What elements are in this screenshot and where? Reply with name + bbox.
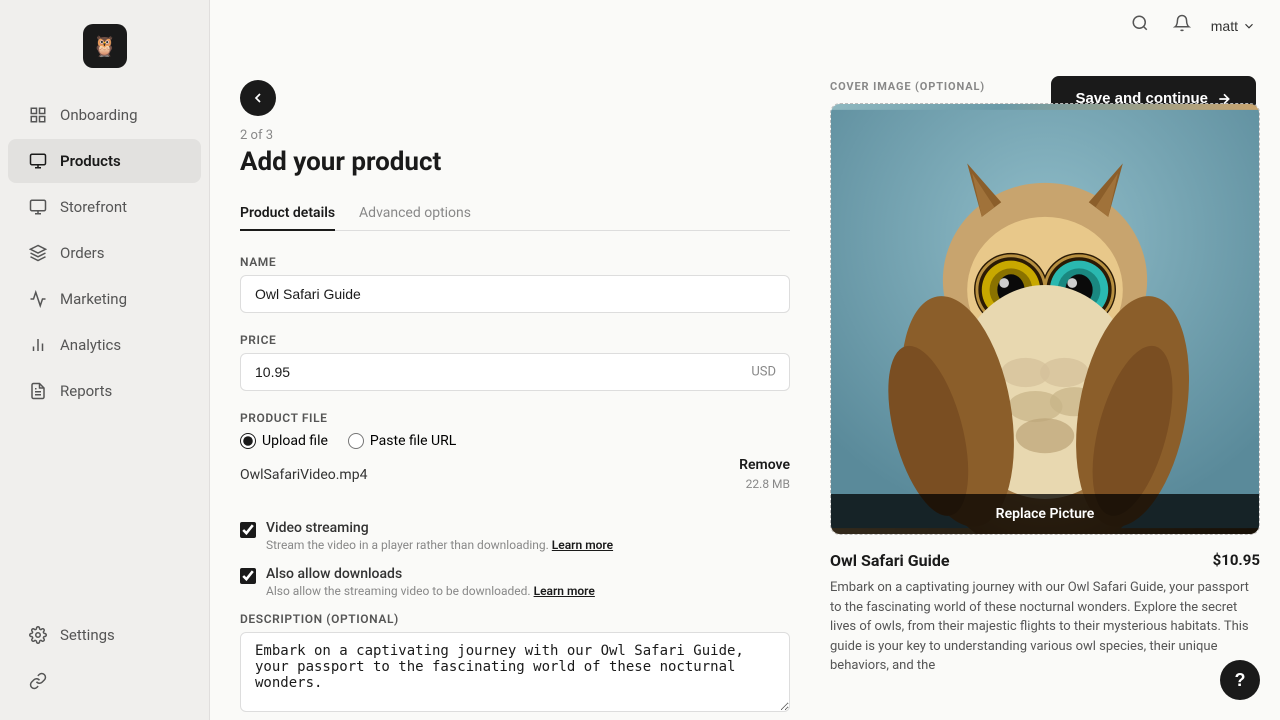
content-area: matt 2 of 3 Add your product Save and co… — [210, 0, 820, 720]
sidebar-item-analytics[interactable]: Analytics — [8, 323, 201, 367]
also-allow-text: Also allow downloads Also allow the stre… — [266, 566, 595, 598]
sidebar-item-reports[interactable]: Reports — [8, 369, 201, 413]
sidebar-item-settings[interactable]: Settings — [8, 613, 201, 657]
price-wrapper: USD — [240, 353, 790, 391]
main-area: matt 2 of 3 Add your product Save and co… — [210, 0, 1280, 720]
preview-product-name: Owl Safari Guide — [830, 551, 950, 570]
file-size: 22.8 MB — [746, 477, 790, 491]
sidebar-item-label: Onboarding — [60, 106, 138, 124]
top-bar: matt — [210, 0, 820, 51]
file-row: OwlSafariVideo.mp4 Remove 22.8 MB — [240, 449, 790, 500]
analytics-icon — [28, 335, 48, 355]
video-streaming-learn-more[interactable]: Learn more — [552, 538, 613, 552]
sidebar-item-onboarding[interactable]: Onboarding — [8, 93, 201, 137]
price-label: PRICE — [240, 333, 790, 347]
product-info-row: Owl Safari Guide $10.95 — [830, 551, 1260, 570]
integrations-icon — [28, 671, 48, 691]
product-file-label: PRODUCT FILE — [240, 411, 790, 425]
owl-image — [831, 104, 1259, 534]
paste-url-option[interactable]: Paste file URL — [348, 433, 456, 449]
also-allow-desc: Also allow the streaming video to be dow… — [266, 584, 595, 598]
sidebar-bottom: Settings — [0, 612, 209, 704]
video-streaming-checkbox[interactable] — [240, 522, 256, 538]
preview-panel: COVER IMAGE (OPTIONAL) — [820, 0, 1280, 720]
sidebar-item-label: Products — [60, 152, 121, 170]
video-streaming-option: Video streaming Stream the video in a pl… — [240, 520, 790, 552]
sidebar-item-label: Marketing — [60, 290, 127, 308]
preview-product-desc: Embark on a captivating journey with our… — [830, 578, 1260, 676]
also-allow-option: Also allow downloads Also allow the stre… — [240, 566, 790, 598]
reports-icon — [28, 381, 48, 401]
file-meta: Remove 22.8 MB — [739, 457, 790, 492]
description-group: DESCRIPTION (OPTIONAL) Embark on a capti… — [240, 612, 790, 716]
also-allow-checkbox[interactable] — [240, 568, 256, 584]
name-input[interactable] — [240, 275, 790, 313]
upload-file-radio[interactable] — [240, 433, 256, 449]
paste-url-label: Paste file URL — [370, 433, 456, 449]
sidebar-item-label: Reports — [60, 382, 112, 400]
marketing-icon — [28, 289, 48, 309]
name-group: NAME — [240, 255, 790, 313]
tabs: Product details Advanced options — [240, 197, 790, 231]
sidebar-item-orders[interactable]: Orders — [8, 231, 201, 275]
upload-file-option[interactable]: Upload file — [240, 433, 328, 449]
tab-advanced-options[interactable]: Advanced options — [359, 197, 471, 231]
checkbox-group: Video streaming Stream the video in a pl… — [240, 520, 790, 598]
onboarding-icon — [28, 105, 48, 125]
orders-icon — [28, 243, 48, 263]
tab-product-details[interactable]: Product details — [240, 197, 335, 231]
page-wrapper: 2 of 3 Add your product Save and continu… — [240, 20, 790, 720]
description-label: DESCRIPTION (OPTIONAL) — [240, 612, 790, 626]
video-streaming-text: Video streaming Stream the video in a pl… — [266, 520, 613, 552]
also-allow-label: Also allow downloads — [266, 566, 595, 582]
price-input[interactable] — [240, 353, 790, 391]
paste-url-radio[interactable] — [348, 433, 364, 449]
sidebar-item-products[interactable]: Products — [8, 139, 201, 183]
sidebar-item-label: Storefront — [60, 198, 127, 216]
sidebar-item-label: Settings — [60, 626, 115, 644]
help-button[interactable]: ? — [1220, 660, 1260, 700]
video-streaming-label: Video streaming — [266, 520, 613, 536]
sidebar-item-integrations[interactable] — [8, 659, 201, 703]
also-allow-learn-more[interactable]: Learn more — [534, 584, 595, 598]
currency-label: USD — [751, 365, 776, 380]
products-icon — [28, 151, 48, 171]
preview-product-price: $10.95 — [1213, 551, 1260, 569]
file-name: OwlSafariVideo.mp4 — [240, 467, 367, 483]
radio-group: Upload file Paste file URL — [240, 433, 790, 449]
back-button[interactable] — [240, 80, 276, 116]
settings-icon — [28, 625, 48, 645]
cover-image-container: Replace Picture — [830, 103, 1260, 535]
sidebar-item-marketing[interactable]: Marketing — [8, 277, 201, 321]
sidebar: 🦉 Onboarding Products Storefront Orders … — [0, 0, 210, 720]
sidebar-item-storefront[interactable]: Storefront — [8, 185, 201, 229]
name-label: NAME — [240, 255, 790, 269]
upload-file-label: Upload file — [262, 433, 328, 449]
price-group: PRICE USD — [240, 333, 790, 391]
video-streaming-desc: Stream the video in a player rather than… — [266, 538, 613, 552]
step-label: 2 of 3 — [240, 128, 790, 143]
remove-file-link[interactable]: Remove — [739, 457, 790, 473]
storefront-icon — [28, 197, 48, 217]
replace-picture-button[interactable]: Replace Picture — [831, 494, 1259, 534]
description-textarea[interactable]: Embark on a captivating journey with our… — [240, 632, 790, 712]
sidebar-logo: 🦉 — [0, 16, 209, 92]
app-logo: 🦉 — [83, 24, 127, 68]
page-title: Add your product — [240, 147, 790, 177]
sidebar-item-label: Orders — [60, 244, 105, 262]
product-file-group: PRODUCT FILE Upload file Paste file URL … — [240, 411, 790, 500]
sidebar-item-label: Analytics — [60, 336, 121, 354]
